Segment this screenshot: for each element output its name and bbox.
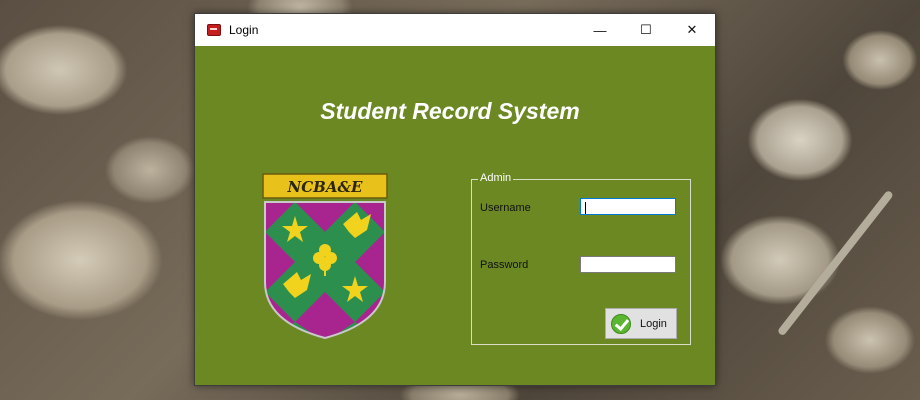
maximize-button[interactable]: ☐: [623, 14, 669, 46]
admin-login-group: Admin Username Password Login: [471, 172, 691, 345]
background-stick: [776, 189, 894, 337]
password-input[interactable]: [580, 256, 676, 273]
page-title: Student Record System: [320, 98, 580, 124]
window-title: Login: [229, 23, 259, 37]
crest-banner-text: NCBA&E: [287, 178, 364, 196]
minimize-button[interactable]: —: [577, 14, 623, 46]
minimize-icon: —: [593, 22, 607, 38]
login-window: Login — ☐ ✕ Student Record System NCBA&E: [194, 13, 716, 386]
close-button[interactable]: ✕: [669, 14, 715, 46]
app-icon: [207, 24, 221, 36]
login-button-label: Login: [640, 317, 667, 330]
maximize-icon: ☐: [640, 22, 652, 37]
admin-group-legend: Admin: [478, 172, 514, 184]
form-client-area: Student Record System NCBA&E Admin Usern…: [195, 46, 715, 385]
close-icon: ✕: [686, 22, 698, 37]
password-label: Password: [480, 259, 529, 271]
school-crest-logo: NCBA&E: [262, 173, 388, 340]
check-icon: [611, 313, 631, 334]
username-input[interactable]: [580, 198, 676, 215]
title-bar[interactable]: Login — ☐ ✕: [195, 14, 715, 46]
text-caret: [585, 202, 586, 214]
username-label: Username: [480, 202, 531, 214]
login-button[interactable]: Login: [605, 308, 677, 339]
